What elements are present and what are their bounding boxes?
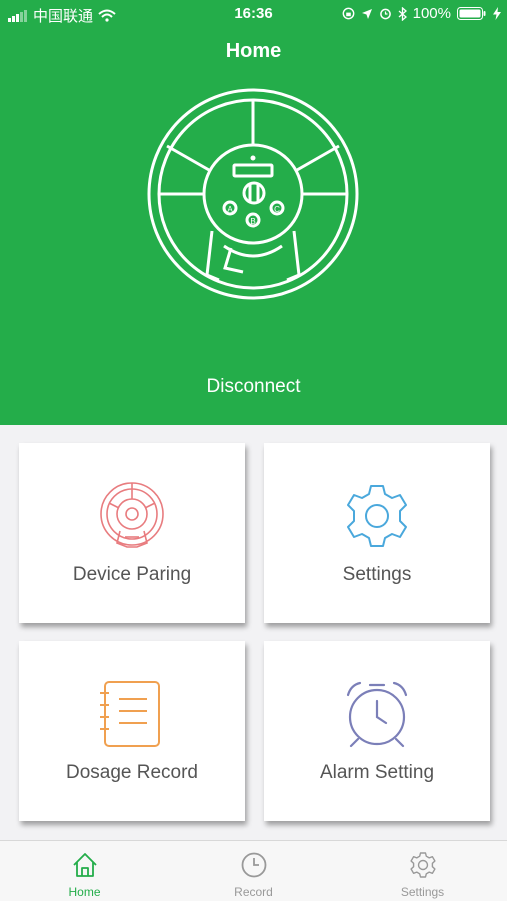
device-pairing-tile[interactable]: Device Paring <box>19 443 245 623</box>
tab-home[interactable]: Home <box>0 841 169 901</box>
alarm-status-icon <box>379 8 391 20</box>
clock-icon <box>241 852 266 878</box>
alarm-setting-tile[interactable]: Alarm Setting <box>264 641 490 821</box>
tab-record-label: Record <box>234 885 273 899</box>
tab-settings-label: Settings <box>400 885 445 899</box>
settings-label: Settings <box>342 564 412 585</box>
pill-dispenser-icon: A B C <box>147 88 359 300</box>
gear-icon <box>347 485 407 547</box>
page-title: Home <box>225 40 282 62</box>
charging-icon <box>493 7 501 20</box>
tab-home-label: Home <box>68 885 101 899</box>
rotation-lock-icon <box>342 7 355 20</box>
location-icon <box>361 8 372 19</box>
status-bar: 中国联通 16:36 100% <box>0 0 507 28</box>
tab-settings[interactable]: Settings <box>338 841 507 901</box>
bluetooth-icon <box>398 6 407 21</box>
dosage-record-tile[interactable]: Dosage Record <box>19 641 245 821</box>
notebook-icon <box>100 681 160 747</box>
settings-tile[interactable]: Settings <box>264 443 490 623</box>
device-pairing-label: Device Paring <box>72 564 192 585</box>
home-icon <box>72 853 97 877</box>
button-b-label: B <box>250 217 255 226</box>
tab-bar: Home Record Settings <box>0 840 507 901</box>
alarm-clock-icon <box>346 681 408 748</box>
button-c-label: C <box>274 205 280 214</box>
button-a-label: A <box>227 205 233 214</box>
connection-status: Disconnect <box>206 376 301 397</box>
dosage-record-label: Dosage Record <box>65 762 199 783</box>
alarm-setting-label: Alarm Setting <box>319 762 435 783</box>
device-pairing-icon <box>100 482 164 548</box>
battery-percentage: 100% <box>412 5 451 22</box>
gear-icon <box>409 852 436 878</box>
tab-record[interactable]: Record <box>169 841 338 901</box>
home-header: 中国联通 16:36 100% Home A B C Disconnect <box>0 0 507 425</box>
battery-icon <box>457 7 486 20</box>
